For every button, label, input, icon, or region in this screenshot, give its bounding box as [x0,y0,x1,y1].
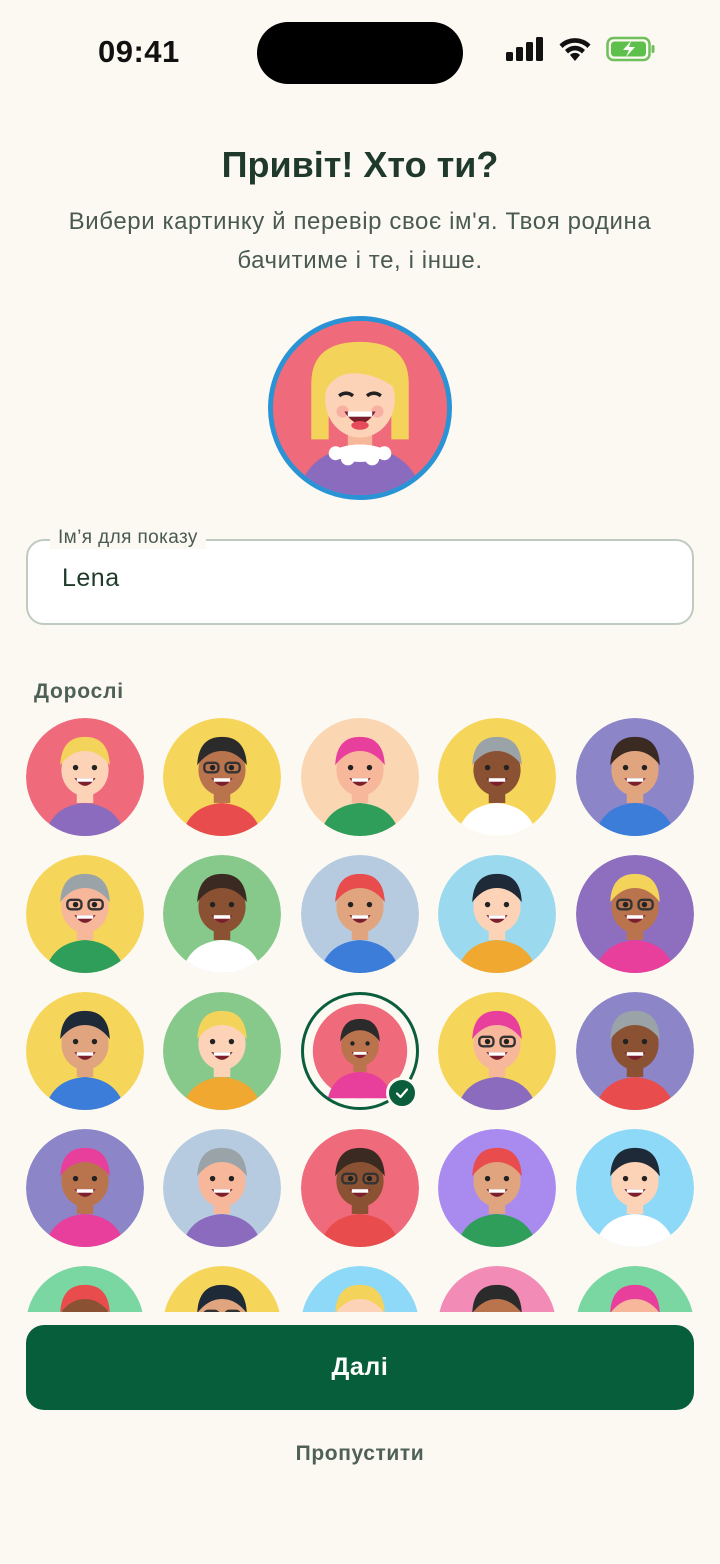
avatar-portrait-icon [163,855,281,973]
next-button[interactable]: Далі [26,1325,694,1410]
avatar-portrait-icon [273,321,447,495]
display-name-input[interactable] [60,563,664,594]
avatar-portrait-icon [576,1129,694,1247]
skip-link[interactable]: Пропустити [0,1442,720,1466]
avatar-portrait-icon [26,718,144,836]
page-subtitle: Вибери картинку й перевір своє ім'я. Тво… [68,208,652,274]
avatar-portrait-icon [302,1266,418,1312]
avatar-option[interactable] [26,1266,144,1312]
avatar-option[interactable] [26,855,144,973]
avatar-portrait-icon [439,1266,555,1312]
status-bar: 09:41 [0,0,720,100]
avatar-option[interactable] [163,992,281,1110]
avatar-portrait-icon [163,1129,281,1247]
avatar-option[interactable] [576,855,694,973]
avatar-option[interactable] [301,855,419,973]
avatar-option[interactable] [438,992,556,1110]
battery-charging-icon [606,36,655,62]
avatar-portrait-icon [163,992,281,1110]
dynamic-island [257,22,463,84]
avatar-option[interactable] [576,718,694,836]
avatar-option[interactable] [301,1266,419,1312]
display-name-field[interactable]: Ім’я для показу [26,527,694,625]
avatar-portrait-icon [576,718,694,836]
status-icons [506,36,656,62]
avatar-portrait-icon [163,718,281,836]
selected-avatar-preview[interactable] [268,316,452,500]
status-time: 09:41 [98,34,180,69]
avatar-portrait-icon [164,1266,280,1312]
avatar-option[interactable] [301,718,419,836]
avatar-option[interactable] [26,992,144,1110]
avatar-option[interactable] [576,992,694,1110]
avatar-option[interactable] [576,1129,694,1247]
display-name-label: Ім’я для показу [50,527,206,549]
avatar-option[interactable] [163,855,281,973]
avatar-portrait-icon [438,718,556,836]
avatar-portrait-icon [26,1129,144,1247]
avatar-option[interactable] [163,1129,281,1247]
avatar-portrait-icon [438,855,556,973]
avatar-option[interactable] [26,718,144,836]
avatar-portrait-icon [27,1266,143,1312]
avatar-option[interactable] [301,1129,419,1247]
page-title: Привіт! Хто ти? [221,144,499,185]
avatar-portrait-icon [438,1129,556,1247]
avatar-grid [0,718,720,1312]
avatar-option[interactable] [163,1266,281,1312]
avatar-portrait-icon [438,992,556,1110]
avatar-portrait-icon [576,992,694,1110]
avatar-option[interactable] [163,718,281,836]
avatar-option[interactable] [576,1266,694,1312]
cellular-signal-icon [506,37,543,61]
avatar-portrait-icon [576,855,694,973]
avatar-option[interactable] [26,1129,144,1247]
avatar-portrait-icon [577,1266,693,1312]
avatar-option[interactable] [438,1129,556,1247]
avatar-option[interactable] [438,1266,556,1312]
avatar-section-label: Дорослі [34,680,124,703]
avatar-portrait-icon [26,992,144,1110]
wifi-icon [559,38,591,61]
avatar-portrait-icon [26,855,144,973]
check-icon [386,1077,418,1109]
avatar-portrait-icon [301,855,419,973]
avatar-option[interactable] [438,718,556,836]
avatar-option[interactable] [438,855,556,973]
avatar-portrait-icon [301,1129,419,1247]
avatar-portrait-icon [301,718,419,836]
